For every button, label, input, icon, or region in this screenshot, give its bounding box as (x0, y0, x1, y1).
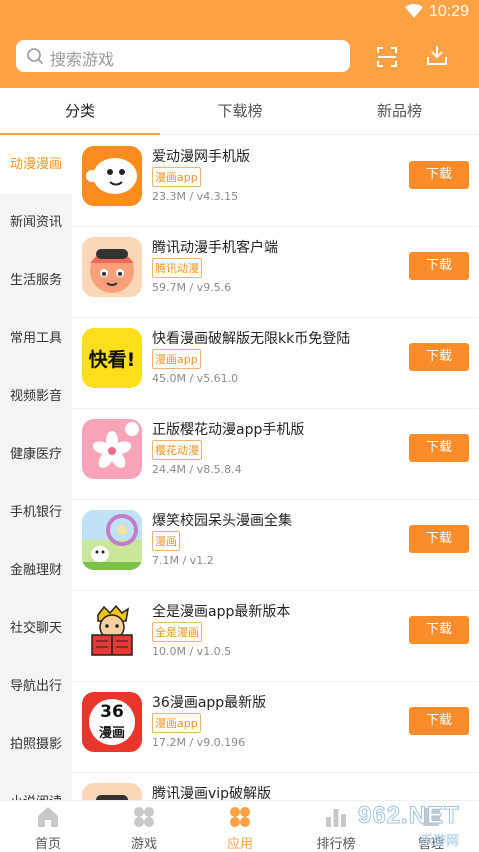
status-bar: 10:29 (0, 0, 479, 26)
list-item[interactable]: 腾讯漫画vip破解版 (72, 773, 479, 800)
nav-games[interactable]: 游戏 (96, 801, 192, 852)
download-icon[interactable] (425, 43, 449, 67)
search-icon (27, 48, 44, 65)
download-button[interactable]: 下载 (409, 252, 469, 280)
app-tag: 全是漫画 (152, 622, 202, 642)
nav-label: 应用 (226, 837, 253, 852)
download-button[interactable]: 下载 (409, 161, 469, 189)
nav-label: 首页 (34, 837, 61, 852)
sidebar-item-novel[interactable]: 小说阅读 (0, 774, 72, 800)
aidongman-icon (82, 146, 142, 206)
watermark-sub: 乐游网 (420, 834, 460, 850)
sidebar-item-news[interactable]: 新闻资讯 (0, 194, 72, 252)
sakura-icon (82, 419, 142, 479)
manhua36-icon: 36 漫画 (82, 692, 142, 752)
app-list: 爱动漫网手机版 漫画app 23.3M / v4.3.15 下载 腾讯动漫手机客… (72, 136, 479, 800)
tencent-comic-icon (82, 237, 142, 297)
sidebar-item-tools[interactable]: 常用工具 (0, 310, 72, 368)
sidebar-item-video[interactable]: 视频影音 (0, 368, 72, 426)
search-input[interactable]: 搜索游戏 (16, 40, 350, 72)
app-tag: 漫画app (152, 167, 201, 187)
app-header: 10:29 搜索游戏 (0, 0, 479, 88)
tab-new-ranking[interactable]: 新品榜 (320, 88, 479, 134)
app-tag: 樱花动漫 (152, 440, 202, 460)
list-item[interactable]: 正版樱花动漫app手机版 樱花动漫 24.4M / v8.5.8.4 下载 (72, 409, 479, 500)
reader-icon (82, 601, 142, 661)
sidebar-item-social[interactable]: 社交聊天 (0, 600, 72, 658)
list-item[interactable]: 36 漫画 36漫画app最新版 漫画app 17.2M / v9.0.196 … (72, 682, 479, 773)
app-meta: 7.1M / v1.2 (152, 554, 214, 567)
download-button[interactable]: 下载 (409, 343, 469, 371)
nav-apps[interactable]: 应用 (192, 801, 288, 852)
tab-download-ranking[interactable]: 下载榜 (160, 88, 320, 134)
app-tag: 漫画app (152, 713, 201, 733)
app-name: 腾讯漫画vip破解版 (152, 786, 272, 800)
search-placeholder: 搜索游戏 (50, 50, 115, 69)
tab-category[interactable]: 分类 (0, 88, 160, 134)
app-tag: 腾讯动漫 (152, 258, 202, 278)
app-name: 腾讯动漫手机客户端 (152, 240, 278, 256)
sidebar-item-anime[interactable]: 动漫漫画 (0, 136, 72, 194)
app-name: 全是漫画app最新版本 (152, 604, 291, 620)
tab-bar: 分类 下载榜 新品榜 (0, 88, 479, 135)
download-button[interactable]: 下载 (409, 707, 469, 735)
app-meta: 59.7M / v9.5.6 (152, 281, 232, 294)
list-item[interactable]: 爆笑校园呆头漫画全集 漫画 7.1M / v1.2 下载 (72, 500, 479, 591)
app-name: 正版樱花动漫app手机版 (152, 422, 305, 438)
list-item[interactable]: 快看! 快看漫画破解版无限kk币免登陆 漫画app 45.0M / v5.61.… (72, 318, 479, 409)
sidebar-item-health[interactable]: 健康医疗 (0, 426, 72, 484)
nav-home[interactable]: 首页 (0, 801, 96, 852)
tencent-comic-icon (82, 783, 142, 800)
sidebar-item-life[interactable]: 生活服务 (0, 252, 72, 310)
list-item[interactable]: 爱动漫网手机版 漫画app 23.3M / v4.3.15 下载 (72, 136, 479, 227)
scan-icon[interactable] (375, 45, 399, 69)
app-name: 爱动漫网手机版 (152, 149, 250, 165)
app-name: 爆笑校园呆头漫画全集 (152, 513, 292, 529)
sidebar-item-bank[interactable]: 手机银行 (0, 484, 72, 542)
baoxiao-icon (82, 510, 142, 570)
app-meta: 45.0M / v5.61.0 (152, 372, 239, 385)
app-meta: 10.0M / v1.0.5 (152, 645, 232, 658)
manhua36-icon-number: 36 (100, 702, 124, 722)
download-button[interactable]: 下载 (409, 616, 469, 644)
download-button[interactable]: 下载 (409, 434, 469, 462)
kuaikan-icon: 快看! (82, 328, 142, 388)
app-tag: 漫画 (152, 531, 180, 551)
watermark: 962.NET 乐游网 (320, 800, 479, 852)
app-name: 36漫画app最新版 (152, 695, 267, 711)
app-meta: 24.4M / v8.5.8.4 (152, 463, 242, 476)
wifi-icon (405, 4, 423, 18)
sidebar-item-photo[interactable]: 拍照摄影 (0, 716, 72, 774)
app-tag: 漫画app (152, 349, 201, 369)
manhua36-icon-text: 漫画 (98, 726, 125, 741)
status-time: 10:29 (428, 3, 469, 20)
game-icon (134, 807, 154, 827)
app-meta: 17.2M / v9.0.196 (152, 736, 246, 749)
apps-icon (230, 807, 250, 827)
list-item[interactable]: 全是漫画app最新版本 全是漫画 10.0M / v1.0.5 下载 (72, 591, 479, 682)
app-name: 快看漫画破解版无限kk币免登陆 (152, 331, 351, 347)
sidebar-item-navigation[interactable]: 导航出行 (0, 658, 72, 716)
download-button[interactable]: 下载 (409, 525, 469, 553)
tab-active-indicator (0, 133, 160, 135)
watermark-text: 962.NET (358, 802, 460, 830)
nav-label: 游戏 (130, 837, 157, 852)
list-item[interactable]: 腾讯动漫手机客户端 腾讯动漫 59.7M / v9.5.6 下载 (72, 227, 479, 318)
home-icon (38, 807, 58, 827)
sidebar-item-finance[interactable]: 金融理财 (0, 542, 72, 600)
app-meta: 23.3M / v4.3.15 (152, 190, 239, 203)
category-sidebar: 动漫漫画 新闻资讯 生活服务 常用工具 视频影音 健康医疗 手机银行 金融理财 … (0, 136, 72, 800)
kuaikan-icon-text: 快看! (88, 349, 136, 371)
